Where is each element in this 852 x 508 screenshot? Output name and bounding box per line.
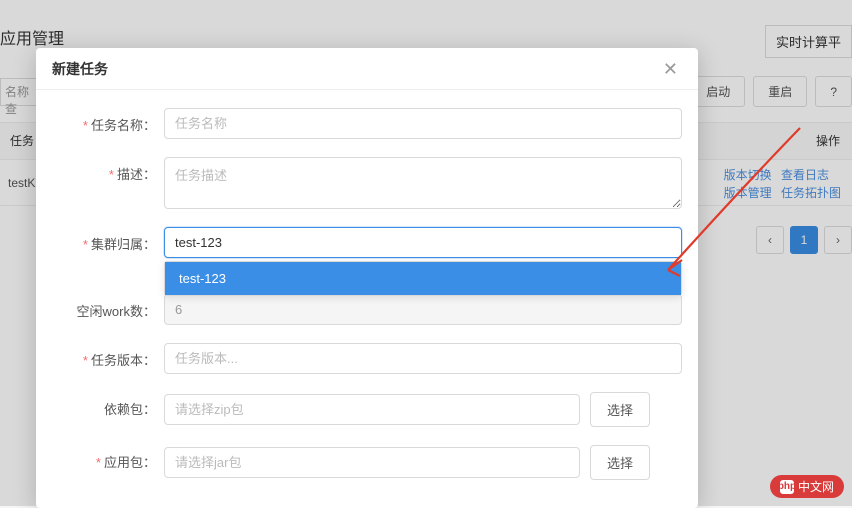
- label-cluster: *集群归属：: [52, 227, 164, 253]
- modal-title: 新建任务: [52, 59, 108, 79]
- dep-pkg-input[interactable]: [164, 394, 580, 425]
- row-app-pkg: *应用包： 选择: [52, 445, 682, 480]
- desc-input[interactable]: [164, 157, 682, 209]
- row-cluster: *集群归属： test-123: [52, 227, 682, 258]
- watermark-text: 中文网: [798, 478, 834, 495]
- label-task-name: *任务名称：: [52, 108, 164, 134]
- app-pkg-select-button[interactable]: 选择: [590, 445, 650, 480]
- watermark-badge: php 中文网: [770, 475, 844, 498]
- version-input[interactable]: [164, 343, 682, 374]
- modal-body: *任务名称： *描述： *集群归属： test-123 空闲work数： 6: [36, 90, 698, 480]
- row-desc: *描述：: [52, 157, 682, 209]
- cluster-input[interactable]: [164, 227, 682, 258]
- new-task-modal: 新建任务 ✕ *任务名称： *描述： *集群归属： test-123 空: [36, 48, 698, 508]
- label-workers: 空闲work数：: [52, 294, 164, 320]
- row-task-name: *任务名称：: [52, 108, 682, 139]
- workers-display: 6: [164, 294, 682, 325]
- row-workers: 空闲work数： 6: [52, 294, 682, 325]
- label-app-pkg: *应用包：: [52, 445, 164, 471]
- modal-header: 新建任务 ✕: [36, 48, 698, 90]
- task-name-input[interactable]: [164, 108, 682, 139]
- row-dep-pkg: 依赖包： 选择: [52, 392, 682, 427]
- dropdown-option-test-123[interactable]: test-123: [165, 262, 681, 295]
- close-icon[interactable]: ✕: [659, 56, 682, 82]
- label-version: *任务版本：: [52, 343, 164, 369]
- dep-pkg-select-button[interactable]: 选择: [590, 392, 650, 427]
- label-dep-pkg: 依赖包：: [52, 392, 164, 418]
- php-icon: php: [780, 480, 794, 494]
- row-version: *任务版本：: [52, 343, 682, 374]
- label-desc: *描述：: [52, 157, 164, 183]
- cluster-dropdown: test-123: [164, 261, 682, 296]
- app-pkg-input[interactable]: [164, 447, 580, 478]
